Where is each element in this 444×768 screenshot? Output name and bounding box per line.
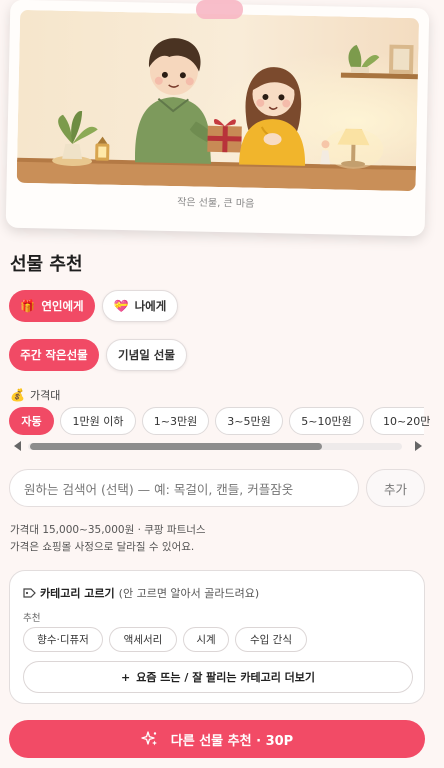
price-label: 💰 가격대	[10, 387, 60, 403]
mode-chip-anniversary[interactable]: 기념일 선물	[106, 339, 187, 371]
category-chip-label: 액세서리	[123, 634, 163, 646]
gift-icon: 🎁	[20, 299, 36, 313]
recommend-button-label: 다른 선물 추천 · 30P	[170, 733, 294, 749]
recipient-chip-self[interactable]: 💝 나에게	[102, 290, 178, 322]
category-chip-label: 수입 간식	[250, 634, 292, 646]
category-chip-watch[interactable]: 시계	[183, 627, 229, 652]
price-chip-under-10k[interactable]: 1만원 이하	[60, 407, 136, 435]
tag-icon	[23, 588, 36, 598]
price-chip-label: 10~20만	[383, 415, 431, 428]
mode-chip-weekly[interactable]: 주간 작은선물	[9, 339, 99, 371]
price-info-line: 가격대 15,000~35,000원 · 쿠팡 파트너스	[10, 524, 206, 536]
recipient-chip-partner[interactable]: 🎁 연인에게	[9, 290, 95, 322]
price-label-text: 가격대	[29, 389, 61, 402]
price-chip-auto[interactable]: 자동	[9, 407, 54, 435]
category-chip-label: 시계	[196, 634, 216, 646]
price-chip-label: 1~3만원	[153, 415, 198, 428]
price-chip-10k-30k[interactable]: 1~3만원	[142, 407, 209, 435]
price-chip-50k-100k[interactable]: 5~10만원	[289, 407, 364, 435]
price-chip-label: 자동	[21, 415, 42, 428]
price-chip-label: 1만원 이하	[72, 415, 124, 428]
recommend-button[interactable]: 다른 선물 추천 · 30P	[9, 720, 425, 758]
more-categories-label: 요즘 뜨는 / 잘 팔리는 카테고리 더보기	[136, 671, 315, 684]
mode-chip-label: 주간 작은선물	[20, 348, 88, 362]
category-card: 카테고리 고르기 (안 고르면 알아서 골라드려요) 추천 향수·디퓨저 액세서…	[9, 570, 425, 704]
price-disclaimer: 가격은 쇼핑몰 사정으로 달라질 수 있어요.	[10, 541, 195, 553]
search-placeholder: 원하는 검색어 (선택) — 예: 목걸이, 캔들, 커플잠옷	[24, 481, 294, 497]
plus-icon: +	[120, 670, 131, 684]
hero-caption: 작은 선물, 큰 마음	[177, 197, 255, 210]
price-chip-100k-200k[interactable]: 10~20만	[370, 407, 430, 435]
recommended-label: 추천	[23, 613, 41, 624]
mode-chip-label: 기념일 선물	[118, 348, 175, 362]
category-subtitle: (안 고르면 알아서 골라드려요)	[118, 587, 260, 600]
price-chip-label: 5~10만원	[301, 415, 352, 428]
price-chip-label: 3~5만원	[227, 415, 271, 428]
add-button-label: 추가	[383, 481, 407, 497]
sparkle-icon	[141, 731, 157, 746]
category-title: 카테고리 고르기	[40, 587, 115, 600]
recipient-chip-label: 연인에게	[41, 299, 84, 313]
hero-polaroid: 작은 선물, 큰 마음	[5, 0, 430, 237]
category-chip-label: 향수·디퓨저	[37, 634, 89, 646]
recipient-chip-label: 나에게	[134, 299, 167, 313]
category-chip-perfume[interactable]: 향수·디퓨저	[23, 627, 103, 652]
category-chip-imported-snack[interactable]: 수입 간식	[235, 627, 307, 652]
more-categories-button[interactable]: + 요즘 뜨는 / 잘 팔리는 카테고리 더보기	[23, 661, 413, 693]
price-scrollbar[interactable]	[12, 441, 424, 451]
page-title: 선물 추천	[10, 254, 83, 275]
price-chip-30k-50k[interactable]: 3~5만원	[215, 407, 283, 435]
tape-decoration	[196, 0, 243, 19]
hero-illustration	[16, 9, 420, 192]
add-keyword-button[interactable]: 추가	[366, 469, 425, 507]
scroll-thumb[interactable]	[30, 443, 322, 450]
category-chip-accessory[interactable]: 액세서리	[109, 627, 177, 652]
category-header: 카테고리 고르기 (안 고르면 알아서 골라드려요)	[23, 585, 259, 601]
money-bag-icon: 💰	[10, 388, 25, 402]
search-input[interactable]: 원하는 검색어 (선택) — 예: 목걸이, 캔들, 커플잠옷	[9, 469, 359, 507]
scroll-right-icon[interactable]	[415, 441, 422, 451]
heart-gift-icon: 💝	[113, 299, 129, 313]
scroll-left-icon[interactable]	[14, 441, 21, 451]
